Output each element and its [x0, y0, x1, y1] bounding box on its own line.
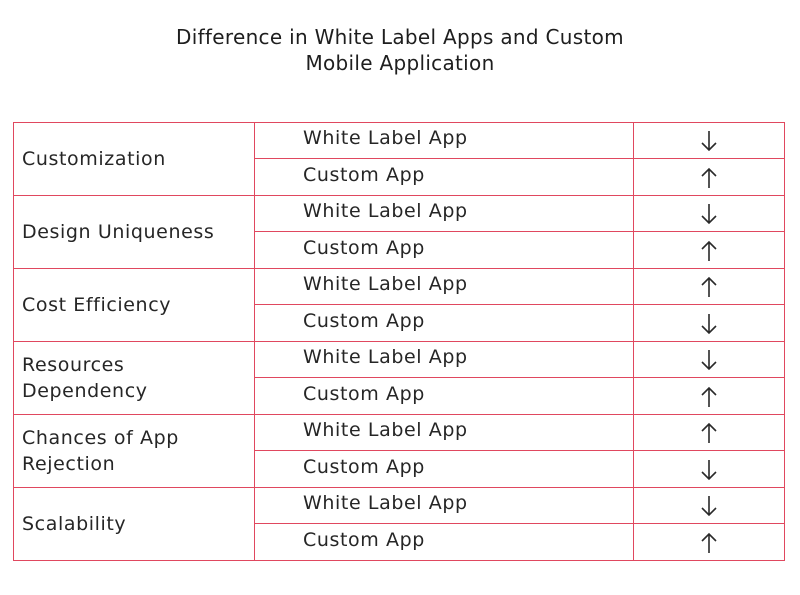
app-type-cell: Custom App — [254, 158, 634, 196]
app-type-cell: Custom App — [254, 304, 634, 342]
arrow-down-icon — [698, 201, 720, 226]
trend-cell — [633, 195, 785, 232]
arrow-up-icon — [698, 384, 720, 409]
trend-cell — [633, 268, 785, 305]
app-type-cell: White Label App — [254, 195, 634, 232]
trend-cell — [633, 122, 785, 159]
app-type-cell: Custom App — [254, 523, 634, 561]
category-cell: Scalability — [13, 487, 255, 561]
arrow-down-icon — [698, 311, 720, 336]
arrow-up-icon — [698, 530, 720, 555]
arrow-down-icon — [698, 457, 720, 482]
arrow-up-icon — [698, 274, 720, 299]
trend-cell — [633, 487, 785, 524]
app-type-cell: Custom App — [254, 450, 634, 488]
app-type-cell: Custom App — [254, 231, 634, 269]
trend-cell — [633, 377, 785, 415]
title-line-1: Difference in White Label Apps and Custo… — [176, 25, 624, 49]
table-row: Design Uniqueness White Label App — [13, 195, 785, 269]
arrow-up-icon — [698, 420, 720, 445]
arrow-down-icon — [698, 347, 720, 372]
category-cell: Design Uniqueness — [13, 195, 255, 269]
app-type-cell: White Label App — [254, 487, 634, 524]
trend-cell — [633, 414, 785, 451]
arrow-down-icon — [698, 493, 720, 518]
trend-cell — [633, 450, 785, 488]
title-line-2: Mobile Application — [305, 51, 495, 75]
arrow-up-icon — [698, 165, 720, 190]
app-type-cell: White Label App — [254, 122, 634, 159]
category-cell: Resources Dependency — [13, 341, 255, 415]
table-row: Resources Dependency White Label App — [13, 341, 785, 415]
trend-cell — [633, 158, 785, 196]
trend-cell — [633, 523, 785, 561]
arrow-down-icon — [698, 128, 720, 153]
app-type-cell: White Label App — [254, 268, 634, 305]
arrow-up-icon — [698, 238, 720, 263]
trend-cell — [633, 231, 785, 269]
category-cell: Customization — [13, 122, 255, 196]
category-cell: Cost Efficiency — [13, 268, 255, 342]
trend-cell — [633, 304, 785, 342]
category-cell: Chances of App Rejection — [13, 414, 255, 488]
app-type-cell: White Label App — [254, 341, 634, 378]
app-type-cell: Custom App — [254, 377, 634, 415]
comparison-table: Customization White Label App Custom App De… — [13, 122, 785, 561]
trend-cell — [633, 341, 785, 378]
table-row: Chances of App Rejection White Label App — [13, 414, 785, 488]
app-type-cell: White Label App — [254, 414, 634, 451]
table-row: Cost Efficiency White Label App — [13, 268, 785, 342]
page-title: Difference in White Label Apps and Custo… — [0, 24, 800, 76]
table-row: Scalability White Label App — [13, 487, 785, 561]
table-row: Customization White Label App — [13, 122, 785, 196]
